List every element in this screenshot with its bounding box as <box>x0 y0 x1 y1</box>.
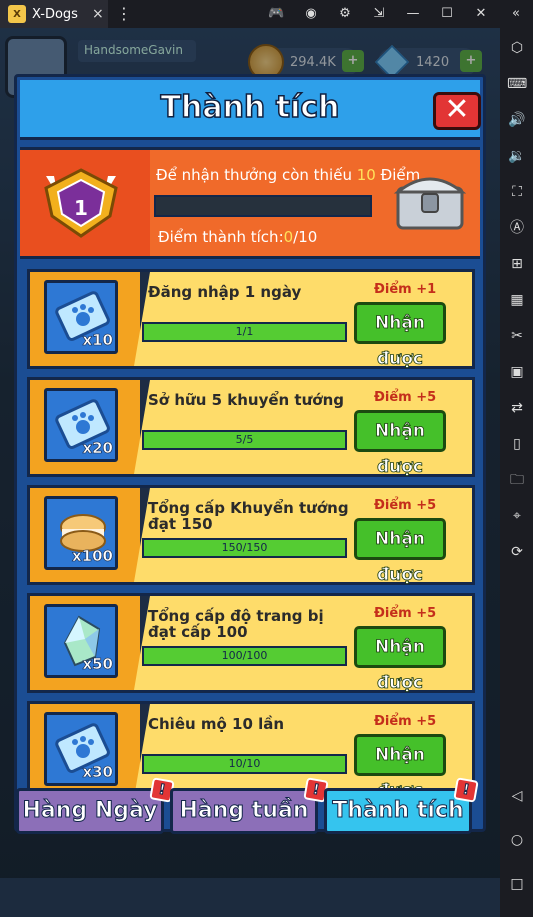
bottom-tabs: Hàng Ngày ! Hàng tuần ! Thành tích ! <box>14 777 488 838</box>
row-points: Điểm +5 <box>374 498 437 513</box>
emulator-title-bar: X X-Dogs × ⋮ 🎮 ◉ ⚙ ⇲ — ☐ ✕ « <box>0 0 533 28</box>
maximize-icon[interactable]: ☐ <box>439 6 455 21</box>
emulator-sidebar: ⬡ ⌨ 🔊 🔉 ⛶ Ⓐ ⊞ ▦ ✂ ▣ ⇄ ▯ 🗀 ⌖ ⟳ ◁ ○ □ <box>500 28 533 917</box>
volume-up-icon[interactable]: 🔊 <box>507 110 527 130</box>
points-total: /10 <box>293 228 318 246</box>
list-item: x30 Chiêu mộ 10 lần 10/10 Điểm +5 Nhận đ… <box>27 701 475 801</box>
row-points: Điểm +1 <box>374 282 437 297</box>
row-progress: 150/150 <box>142 538 347 558</box>
shake-icon[interactable]: ▯ <box>507 434 527 454</box>
account-icon[interactable]: ◉ <box>303 6 319 21</box>
back-icon[interactable]: ◁ <box>507 786 527 806</box>
claim-button[interactable]: Nhận được <box>354 626 446 693</box>
record-icon[interactable]: ▣ <box>507 362 527 382</box>
claim-button[interactable]: Nhận được <box>354 410 446 477</box>
row-points: Điểm +5 <box>374 606 437 621</box>
app-logo-icon: X <box>8 5 26 23</box>
row-title: Đăng nhập 1 ngày <box>148 283 302 301</box>
tab-achievements-label: Thành tích <box>332 798 464 824</box>
tab-daily-label: Hàng Ngày <box>22 798 158 824</box>
tab-achievements[interactable]: Thành tích ! <box>324 777 479 834</box>
row-points: Điểm +5 <box>374 390 437 405</box>
row-title: Tổng cấp Khuyển tướng đạt 150 <box>148 499 349 533</box>
tab-weekly[interactable]: Hàng tuần ! <box>170 777 329 834</box>
app-tab[interactable]: X X-Dogs × <box>0 0 108 28</box>
settings-hex-icon[interactable]: ⬡ <box>507 38 527 58</box>
macaron-icon: x100 <box>44 496 118 570</box>
row-points: Điểm +5 <box>374 714 437 729</box>
tab-close-icon[interactable]: × <box>92 6 104 22</box>
add-screenshot-icon[interactable]: ⊞ <box>507 254 527 274</box>
game-viewport: HandsomeGavin 294.4K + 1420 + Thành tích… <box>0 28 500 917</box>
apk-icon[interactable]: ▦ <box>507 290 527 310</box>
claim-button[interactable]: Nhận được <box>354 302 446 369</box>
paw-ticket-icon: x20 <box>44 388 118 462</box>
row-title: Chiêu mộ 10 lần <box>148 715 285 733</box>
popout-icon[interactable]: ⇲ <box>371 6 387 21</box>
list-item: x10 Đăng nhập 1 ngày 1/1 Điểm +1 Nhận đư… <box>27 269 475 369</box>
achievement-panel: Thành tích ✕ 1 Để nhận thưởng còn thiếu … <box>14 74 486 832</box>
tab-weekly-label: Hàng tuần <box>179 798 309 824</box>
tab-daily[interactable]: Hàng Ngày ! <box>16 777 175 834</box>
summary-progress-bar <box>154 195 372 217</box>
reward-requirement: Để nhận thưởng còn thiếu 10 Điểm <box>156 166 420 184</box>
collapse-sidebar-icon[interactable]: « <box>508 6 524 21</box>
reward-quantity: x50 <box>82 655 113 674</box>
points-current: 0 <box>283 228 294 246</box>
level-badge-area: 1 <box>20 150 150 256</box>
gamepad-icon[interactable]: 🎮 <box>268 6 284 21</box>
reward-quantity: x20 <box>82 439 113 458</box>
panel-title: Thành tích <box>160 89 341 126</box>
row-title: Sở hữu 5 khuyển tướng <box>148 391 345 409</box>
notification-badge: ! <box>453 777 479 803</box>
row-progress: 1/1 <box>142 322 347 342</box>
silver-chest-icon[interactable] <box>392 164 468 234</box>
home-icon[interactable]: ○ <box>507 830 527 850</box>
paw-ticket-icon: x30 <box>44 712 118 786</box>
folder-icon[interactable]: 🗀 <box>507 470 527 490</box>
reward-quantity: x100 <box>72 547 114 566</box>
row-progress: 5/5 <box>142 430 347 450</box>
list-item: x20 Sở hữu 5 khuyển tướng 5/5 Điểm +5 Nh… <box>27 377 475 477</box>
row-title: Tổng cấp độ trang bị đạt cấp 100 <box>148 607 324 641</box>
close-button[interactable]: ✕ <box>433 92 481 130</box>
menu-icon[interactable]: ⋮ <box>116 4 132 23</box>
requirement-text: Để nhận thưởng còn thiếu <box>156 166 357 184</box>
volume-down-icon[interactable]: 🔉 <box>507 146 527 166</box>
claim-button[interactable]: Nhận được <box>354 518 446 585</box>
achievement-points: Điểm thành tích:0/10 <box>158 228 317 246</box>
reward-quantity: x10 <box>82 331 113 350</box>
list-item: x50 Tổng cấp độ trang bị đạt cấp 100 100… <box>27 593 475 693</box>
panel-header: Thành tích ✕ <box>20 80 481 140</box>
fullscreen-icon[interactable]: ⛶ <box>507 182 527 202</box>
scissors-icon[interactable]: ✂ <box>507 326 527 346</box>
row-progress: 10/10 <box>142 754 347 774</box>
auto-icon[interactable]: Ⓐ <box>507 218 527 238</box>
level-number: 1 <box>74 196 88 220</box>
claim-button[interactable]: Nhận được <box>354 734 446 801</box>
settings-icon[interactable]: ⚙ <box>337 6 353 21</box>
minimize-icon[interactable]: — <box>405 6 421 21</box>
points-label: Điểm thành tích: <box>158 228 284 246</box>
row-progress: 100/100 <box>142 646 347 666</box>
list-item: x100 Tổng cấp Khuyển tướng đạt 150 150/1… <box>27 485 475 585</box>
reward-quantity: x30 <box>82 763 113 782</box>
keyboard-icon[interactable]: ⌨ <box>507 74 527 94</box>
paw-ticket-icon: x10 <box>44 280 118 354</box>
requirement-value: 10 <box>356 166 376 184</box>
swap-icon[interactable]: ⇄ <box>507 398 527 418</box>
crystal-icon: x50 <box>44 604 118 678</box>
close-window-icon[interactable]: ✕ <box>473 6 489 21</box>
achievement-summary: 1 Để nhận thưởng còn thiếu 10 Điểm Điểm … <box>20 147 480 259</box>
recents-icon[interactable]: □ <box>507 874 527 894</box>
rotate-icon[interactable]: ⟳ <box>507 542 527 562</box>
location-icon[interactable]: ⌖ <box>507 506 527 526</box>
app-tab-title: X-Dogs <box>32 6 78 22</box>
